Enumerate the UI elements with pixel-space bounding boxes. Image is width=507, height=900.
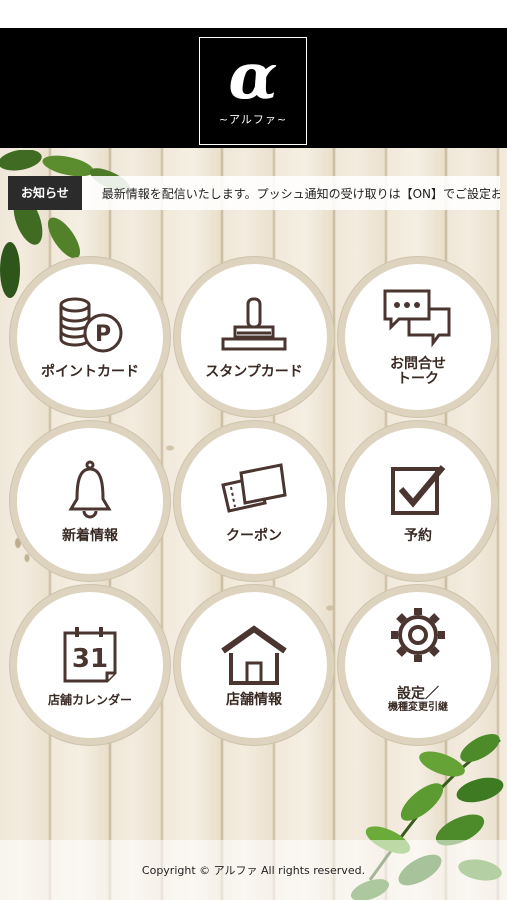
calendar-icon: 31 [63,626,117,682]
settings-label-sub: 機種変更引継 [388,701,448,713]
inquiry-talk-label: お問合せ トーク [390,356,446,387]
app-logo: α ~アルファ~ [199,37,307,145]
store-info-button[interactable]: 店舗情報 [181,592,327,738]
news-info-label: 新着情報 [62,527,118,544]
store-calendar-button[interactable]: 31 店舗カレンダー [17,592,163,738]
point-card-label: ポイントカード [41,363,139,380]
settings-label-main: 設定／ [397,685,439,702]
stamp-card-button[interactable]: スタンプカード [181,264,327,410]
copyright-text: Copyright © アルファ All rights reserved. [141,864,366,877]
settings-label: 設定／ 機種変更引継 [388,672,448,729]
status-bar-area [0,0,507,28]
checkbox-icon [391,464,446,515]
gear-icon [391,607,445,662]
coupon-label: クーポン [226,527,282,544]
calendar-day: 31 [72,644,108,674]
reservation-button[interactable]: 予約 [345,428,491,574]
store-calendar-label: 店舗カレンダー [47,692,132,707]
logo-alpha: α [228,39,278,114]
footer: Copyright © アルファ All rights reserved. [0,840,507,900]
news-info-button[interactable]: 新着情報 [17,428,163,574]
house-icon [221,624,287,685]
coupon-button[interactable]: クーポン [181,428,327,574]
point-card-button[interactable]: P ポイントカード [17,264,163,410]
news-ticker[interactable]: お知らせ 最新情報を配信いたします。プッシュ通知の受け取りは【ON】でご設定お願… [8,176,500,210]
stamp-icon [221,297,287,350]
logo-subtitle: ~アルファ~ [218,113,288,126]
store-info-label: 店舗情報 [226,691,282,708]
bell-icon [68,460,112,518]
stamp-card-label: スタンプカード [205,363,303,380]
inquiry-talk-button[interactable]: お問合せ トーク [345,264,491,410]
news-label: お知らせ [8,176,82,210]
coupon-ticket-icon [221,462,287,513]
reservation-label: 予約 [404,527,432,544]
chat-bubbles-icon [383,289,451,348]
point-coins-icon: P [59,297,123,352]
news-text[interactable]: 最新情報を配信いたします。プッシュ通知の受け取りは【ON】でご設定お願いします。 [102,185,500,202]
svg-text:P: P [95,322,111,347]
settings-button[interactable]: 設定／ 機種変更引継 [345,592,491,738]
